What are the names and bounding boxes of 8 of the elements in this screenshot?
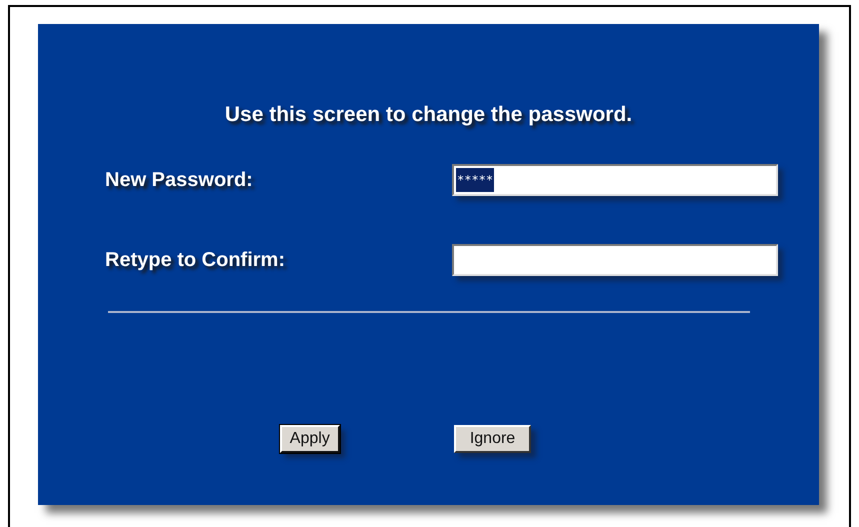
field-label: Retype to Confirm: bbox=[105, 248, 286, 272]
heading: Use this screen to change the password. bbox=[224, 103, 632, 127]
apply-button[interactable]: Apply bbox=[280, 425, 340, 453]
masked-value: ***** bbox=[456, 168, 494, 192]
field-label: New Password: bbox=[105, 168, 254, 192]
ignore-button[interactable]: Ignore bbox=[454, 425, 532, 453]
password-field[interactable]: ***** bbox=[452, 164, 778, 196]
password-field[interactable] bbox=[452, 244, 778, 276]
